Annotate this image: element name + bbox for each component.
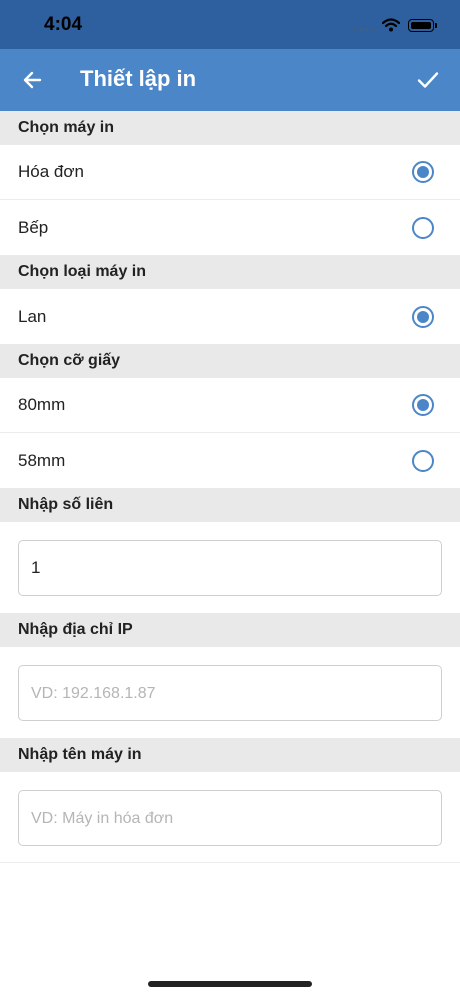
wifi-icon	[382, 18, 400, 32]
status-bar: 4:04	[0, 0, 460, 49]
home-indicator[interactable]	[148, 981, 312, 987]
radio-selected-icon[interactable]	[412, 394, 434, 416]
radio-unselected-icon[interactable]	[412, 216, 434, 239]
section-header-ip: Nhập địa chỉ IP	[0, 613, 460, 647]
section-header-printer-type: Chọn loại máy in	[0, 255, 460, 289]
section-header-printer: Chọn máy in	[0, 111, 460, 145]
signal-icon	[353, 19, 374, 31]
option-printer-type-lan[interactable]: Lan	[0, 289, 460, 344]
section-header-printer-name: Nhập tên máy in	[0, 738, 460, 772]
confirm-button[interactable]	[410, 62, 446, 98]
ip-input[interactable]	[18, 665, 442, 721]
page-title: Thiết lập in	[80, 66, 197, 91]
arrow-left-icon	[23, 71, 42, 89]
battery-icon	[408, 18, 437, 32]
option-label: Bếp	[18, 217, 49, 237]
option-label: 58mm	[18, 450, 66, 470]
copies-input[interactable]	[18, 540, 442, 596]
back-button[interactable]	[14, 62, 50, 98]
radio-selected-icon[interactable]	[412, 161, 434, 183]
section-header-paper-size: Chọn cỡ giấy	[0, 344, 460, 378]
printer-name-input[interactable]	[18, 790, 442, 846]
option-paper-80mm[interactable]: 80mm	[0, 378, 460, 433]
settings-content: Chọn máy in Hóa đơn Bếp Chọn loại máy in…	[0, 111, 460, 863]
option-label: Hóa đơn	[18, 162, 84, 181]
radio-selected-icon[interactable]	[412, 305, 434, 328]
status-time: 4:04	[44, 14, 83, 35]
option-printer-kitchen[interactable]: Bếp	[0, 200, 460, 255]
option-paper-58mm[interactable]: 58mm	[0, 433, 460, 488]
option-printer-invoice[interactable]: Hóa đơn	[0, 145, 460, 200]
nav-bar: Thiết lập in	[0, 49, 460, 111]
printer-name-input-block	[0, 772, 460, 863]
section-header-copies: Nhập số liên	[0, 488, 460, 522]
radio-unselected-icon[interactable]	[412, 449, 434, 472]
ip-input-block	[0, 647, 460, 738]
status-icons	[353, 16, 437, 34]
check-icon	[417, 72, 439, 88]
copies-input-block	[0, 522, 460, 613]
option-label: 80mm	[18, 395, 66, 414]
option-label: Lan	[18, 306, 47, 326]
